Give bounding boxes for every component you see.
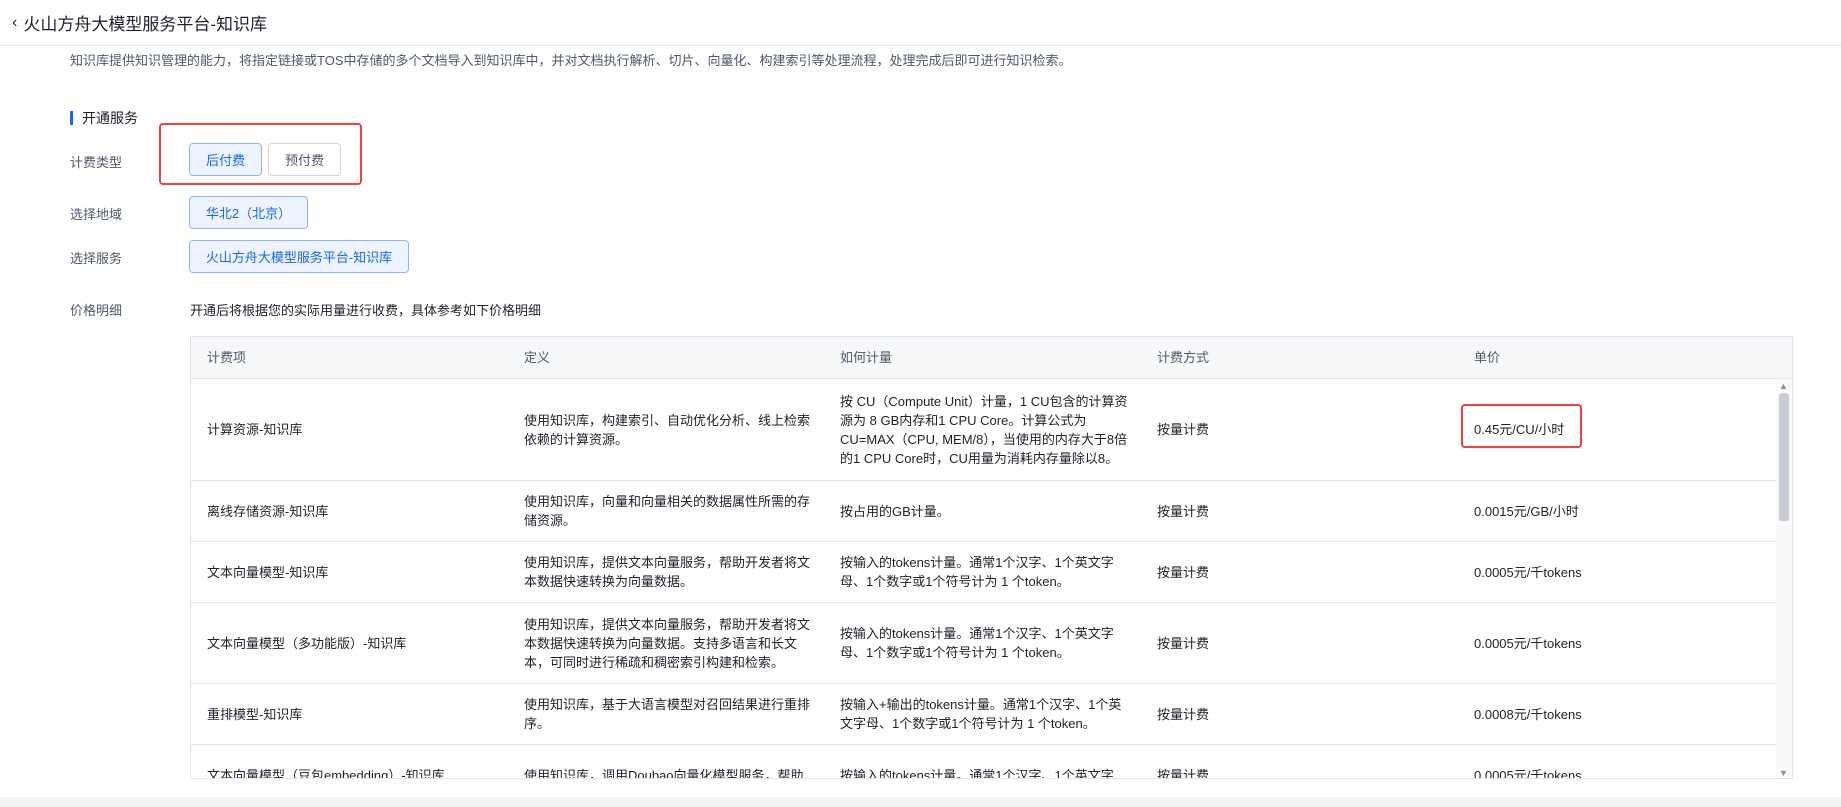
- cell-method: 按量计费: [1157, 706, 1210, 722]
- column-header-item: 计费项: [207, 350, 247, 365]
- scroll-down-arrow-icon[interactable]: ▼: [1779, 768, 1788, 778]
- top-bar: ‹ 火山方舟大模型服务平台-知识库: [0, 0, 1841, 46]
- price-description: 开通后将根据您的实际用量进行收费，具体参考如下价格明细: [190, 303, 542, 318]
- cell-method: 按量计费: [1157, 635, 1210, 651]
- cell-price: 0.0005元/千tokens: [1474, 564, 1582, 580]
- section-header: 开通服务: [70, 108, 138, 128]
- cell-definition: 使用知识库，向量和向量相关的数据属性所需的存储资源。: [524, 494, 811, 528]
- table-row: 离线存储资源-知识库 使用知识库，向量和向量相关的数据属性所需的存储资源。 按占…: [191, 481, 1776, 542]
- cell-definition: 使用知识库，提供文本向量服务，帮助开发者将文本数据快速转换为向量数据。支持多语言…: [524, 616, 811, 670]
- cell-method: 按量计费: [1157, 564, 1210, 580]
- cell-item: 计算资源-知识库: [207, 422, 303, 437]
- service-button[interactable]: 火山方舟大模型服务平台-知识库: [189, 240, 409, 273]
- intro-text: 知识库提供知识管理的能力，将指定链接或TOS中存储的多个文档导入到知识库中，并对…: [70, 53, 1072, 68]
- scroll-thumb[interactable]: [1779, 393, 1789, 521]
- price-table: 计费项 定义 如何计量 计费方式 单价 计算资源-知识库 使用知识库，构建索引、…: [190, 336, 1793, 779]
- cell-metering: 按输入的tokens计量。通常1个汉字、1个英文字母、1个数字或1个符号计为 1…: [840, 626, 1114, 660]
- cell-method: 按量计费: [1157, 422, 1210, 437]
- billing-postpaid-button[interactable]: 后付费: [189, 143, 262, 176]
- table-row: 文本向量模型（多功能版）-知识库 使用知识库，提供文本向量服务，帮助开发者将文本…: [191, 603, 1776, 684]
- column-header-method: 计费方式: [1157, 350, 1210, 365]
- table-row: 文本向量模型（豆包embedding）-知识库 使用知识库，调用Doubao向量…: [191, 745, 1776, 779]
- table-row: 文本向量模型-知识库 使用知识库，提供文本向量服务，帮助开发者将文本数据快速转换…: [191, 542, 1776, 603]
- column-header-definition: 定义: [524, 350, 551, 365]
- cell-metering: 按输入的tokens计量。通常1个汉字、1个英文字: [840, 767, 1114, 779]
- cell-method: 按量计费: [1157, 503, 1210, 519]
- region-label: 选择地域: [70, 207, 123, 222]
- cell-item: 文本向量模型（豆包embedding）-知识库: [207, 767, 445, 779]
- billing-prepaid-button[interactable]: 预付费: [268, 143, 341, 176]
- cell-price: 0.0005元/千tokens: [1474, 635, 1582, 651]
- cell-metering: 按占用的GB计量。: [840, 503, 950, 519]
- page-bottom-strip: [0, 797, 1841, 807]
- table-scrollbar[interactable]: ▲ ▼: [1776, 379, 1792, 778]
- table-body: 计算资源-知识库 使用知识库，构建索引、自动优化分析、线上检索依赖的计算资源。 …: [191, 379, 1776, 779]
- section-title: 开通服务: [82, 110, 138, 126]
- cell-price: 0.0008元/千tokens: [1474, 706, 1582, 722]
- scroll-up-arrow-icon[interactable]: ▲: [1779, 381, 1788, 391]
- cell-price: 0.0015元/GB/小时: [1474, 503, 1579, 519]
- cell-definition: 使用知识库，基于大语言模型对召回结果进行重排序。: [524, 697, 811, 731]
- cell-item: 文本向量模型（多功能版）-知识库: [207, 635, 407, 651]
- cell-metering: 按输入+输出的tokens计量。通常1个汉字、1个英文字母、1个数字或1个符号计…: [840, 697, 1122, 731]
- cell-method: 按量计费: [1157, 767, 1210, 779]
- table-row: 重排模型-知识库 使用知识库，基于大语言模型对召回结果进行重排序。 按输入+输出…: [191, 684, 1776, 745]
- column-header-metering: 如何计量: [840, 350, 893, 365]
- price-detail-label: 价格明细: [70, 303, 123, 318]
- page-title: 火山方舟大模型服务平台-知识库: [23, 15, 267, 34]
- chevron-left-icon[interactable]: ‹: [12, 14, 17, 31]
- section-accent-bar: [70, 111, 73, 125]
- cell-definition: 使用知识库，构建索引、自动优化分析、线上检索依赖的计算资源。: [524, 412, 811, 447]
- cell-metering: 按输入的tokens计量。通常1个汉字、1个英文字母、1个数字或1个符号计为 1…: [840, 555, 1114, 589]
- billing-type-label: 计费类型: [70, 155, 123, 170]
- cell-price: 0.0005元/千tokens: [1474, 767, 1582, 779]
- cell-item: 重排模型-知识库: [207, 706, 303, 722]
- region-button[interactable]: 华北2（北京）: [189, 196, 308, 229]
- cell-price: 0.45元/CU/小时: [1474, 422, 1565, 437]
- table-header: 计费项 定义 如何计量 计费方式 单价: [191, 337, 1792, 379]
- cell-item: 文本向量模型-知识库: [207, 564, 329, 580]
- cell-definition: 使用知识库，提供文本向量服务，帮助开发者将文本数据快速转换为向量数据。: [524, 555, 811, 589]
- cell-definition: 使用知识库，调用Doubao向量化模型服务，帮助: [524, 767, 804, 779]
- cell-item: 离线存储资源-知识库: [207, 503, 329, 519]
- service-label: 选择服务: [70, 251, 123, 266]
- cell-metering: 按 CU（Compute Unit）计量，1 CU包含的计算资源为 8 GB内存…: [840, 393, 1128, 466]
- column-header-price: 单价: [1474, 350, 1501, 365]
- table-row: 计算资源-知识库 使用知识库，构建索引、自动优化分析、线上检索依赖的计算资源。 …: [191, 379, 1776, 481]
